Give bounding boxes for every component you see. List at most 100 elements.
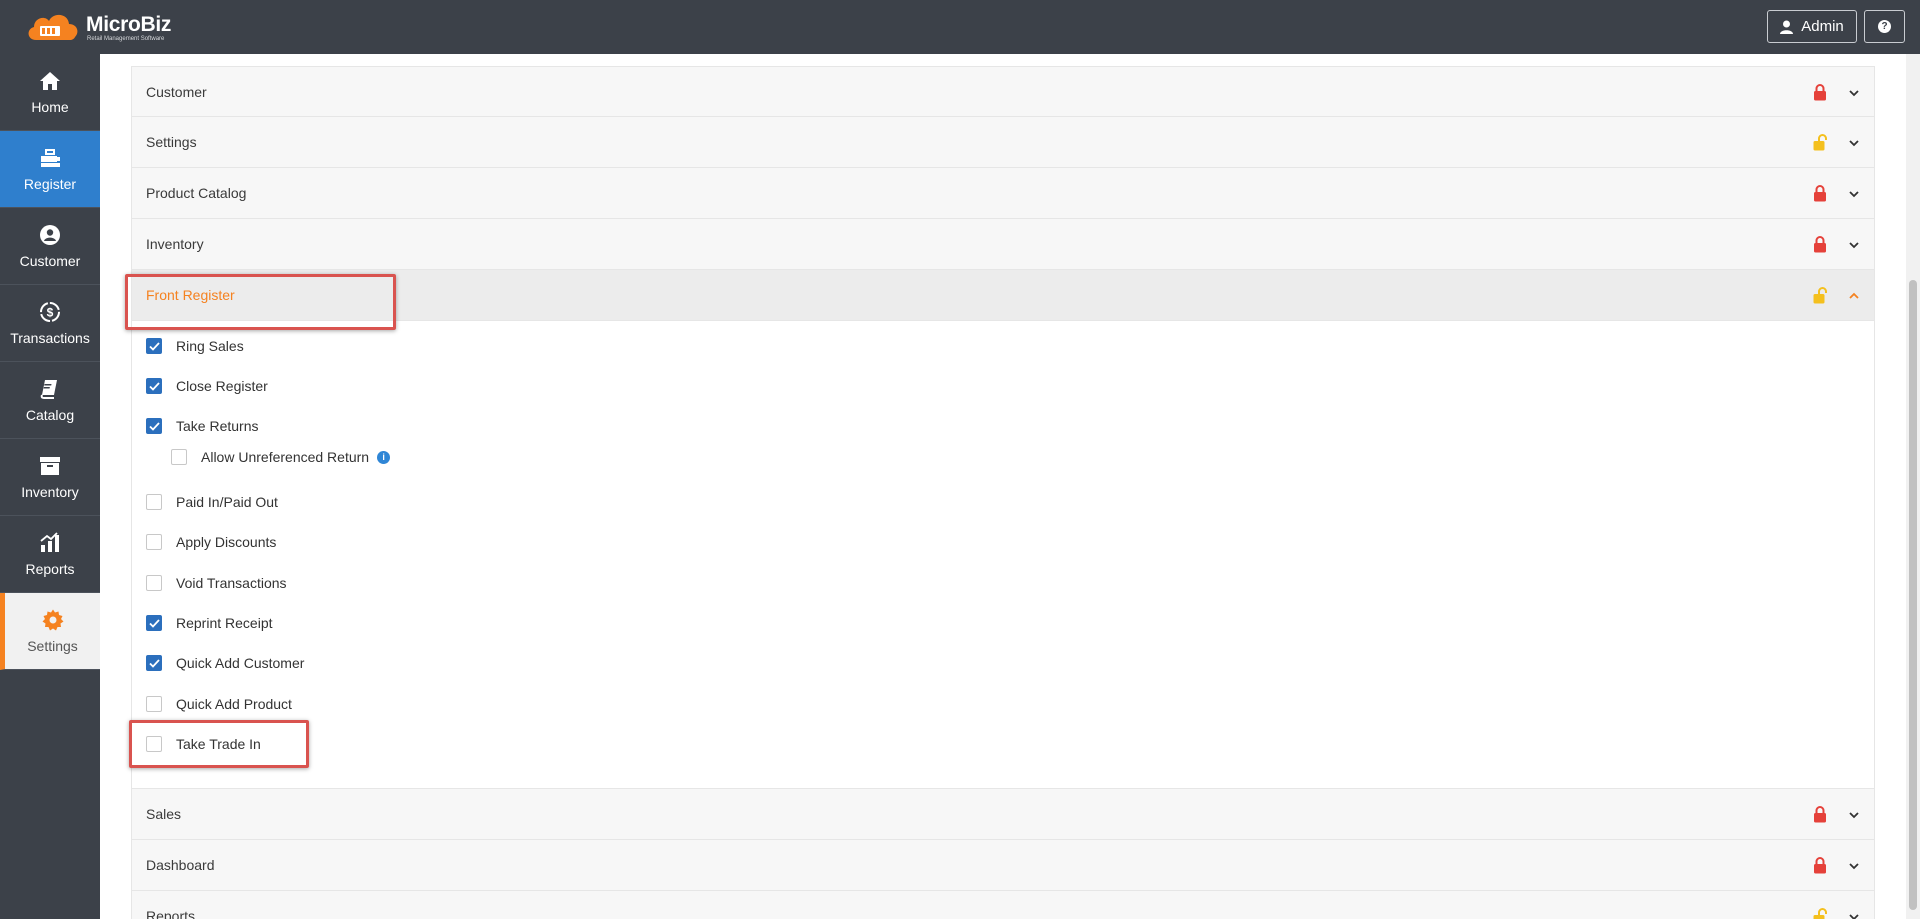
- svg-text:$: $: [47, 306, 54, 320]
- permissions-accordion: Customer Settings Product Catalog Invent…: [131, 66, 1875, 919]
- permission-label: Quick Add Customer: [176, 655, 305, 671]
- admin-label: Admin: [1801, 18, 1844, 35]
- sidebar-item-label: Customer: [19, 253, 81, 269]
- sidebar-item-inventory[interactable]: Inventory: [0, 439, 100, 516]
- main-content: Customer Settings Product Catalog Invent…: [100, 54, 1906, 919]
- lock-open-icon[interactable]: [1813, 287, 1827, 304]
- sidebar-item-home[interactable]: Home: [0, 54, 100, 131]
- sidebar-item-catalog[interactable]: Catalog: [0, 362, 100, 439]
- section-customer[interactable]: Customer: [131, 66, 1875, 117]
- section-reports[interactable]: Reports: [131, 891, 1875, 919]
- chart-bars-icon: [40, 532, 59, 552]
- sidebar-item-label: Transactions: [10, 330, 90, 346]
- lock-closed-icon[interactable]: [1813, 806, 1827, 823]
- user-icon: [1780, 20, 1794, 34]
- permission-label: Ring Sales: [176, 338, 244, 354]
- section-label: Sales: [146, 806, 182, 822]
- sidebar-item-label: Register: [23, 176, 77, 192]
- info-icon[interactable]: i: [377, 450, 391, 464]
- section-product-catalog[interactable]: Product Catalog: [131, 168, 1875, 219]
- permission-close-register[interactable]: Close Register: [146, 376, 268, 396]
- permission-label: Take Trade In: [176, 736, 261, 752]
- dollar-cycle-icon: $: [40, 302, 60, 322]
- scrollbar-thumb[interactable]: [1909, 280, 1917, 910]
- permission-quick-add-product[interactable]: Quick Add Product: [146, 694, 292, 714]
- lock-closed-icon[interactable]: [1813, 84, 1827, 101]
- page-scrollbar[interactable]: [1906, 54, 1920, 919]
- section-label: Dashboard: [146, 857, 215, 873]
- brand-name: MicroBiz: [86, 13, 172, 36]
- section-label: Customer: [146, 83, 207, 100]
- permission-paid-in-paid-out[interactable]: Paid In/Paid Out: [146, 492, 278, 512]
- sidebar-item-label: Settings: [27, 638, 78, 654]
- sidebar-item-label: Reports: [25, 561, 75, 577]
- chevron-down-icon[interactable]: [1848, 809, 1860, 821]
- chevron-down-icon[interactable]: [1848, 188, 1860, 200]
- permission-ring-sales[interactable]: Ring Sales: [146, 336, 244, 356]
- section-label: Reports: [146, 908, 196, 919]
- permission-label: Paid In/Paid Out: [176, 494, 278, 510]
- permission-label: Close Register: [176, 378, 268, 394]
- checkbox[interactable]: [146, 655, 162, 671]
- front-register-permissions: Ring Sales Close Register Take Returns A…: [131, 321, 1875, 789]
- chevron-down-icon[interactable]: [1848, 137, 1860, 149]
- section-inventory[interactable]: Inventory: [131, 219, 1875, 270]
- permission-quick-add-customer[interactable]: Quick Add Customer: [146, 653, 304, 673]
- user-circle-icon: [40, 225, 60, 245]
- lock-closed-icon[interactable]: [1813, 236, 1827, 253]
- checkbox[interactable]: [146, 575, 162, 591]
- checkbox[interactable]: [146, 736, 162, 752]
- lock-open-icon[interactable]: [1813, 134, 1827, 151]
- permission-reprint-receipt[interactable]: Reprint Receipt: [146, 613, 273, 633]
- lock-closed-icon[interactable]: [1813, 857, 1827, 874]
- sidebar-item-label: Home: [31, 99, 69, 115]
- checkbox[interactable]: [146, 534, 162, 550]
- checkbox[interactable]: [171, 449, 187, 465]
- section-sales[interactable]: Sales: [131, 789, 1875, 840]
- permission-take-returns[interactable]: Take Returns: [146, 416, 258, 436]
- sidebar-item-customer[interactable]: Customer: [0, 208, 100, 285]
- lock-closed-icon[interactable]: [1813, 185, 1827, 202]
- sidebar-item-label: Catalog: [25, 407, 75, 423]
- permission-label: Take Returns: [176, 418, 259, 434]
- permission-label: Quick Add Product: [176, 696, 292, 712]
- checkbox[interactable]: [146, 378, 162, 394]
- checkbox[interactable]: [146, 338, 162, 354]
- section-front-register[interactable]: Front Register: [131, 270, 1875, 321]
- permission-apply-discounts[interactable]: Apply Discounts: [146, 532, 276, 552]
- sidebar-item-label: Inventory: [21, 484, 79, 500]
- book-icon: [40, 380, 57, 399]
- sidebar-item-register[interactable]: Register: [0, 131, 100, 208]
- permission-label: Apply Discounts: [176, 534, 277, 550]
- sidebar-item-transactions[interactable]: $ Transactions: [0, 285, 100, 362]
- permission-allow-unreferenced-return[interactable]: Allow Unreferenced Return i: [171, 447, 391, 467]
- section-label: Front Register: [146, 287, 235, 303]
- sidebar-item-settings[interactable]: Settings: [0, 593, 100, 670]
- permission-label: Void Transactions: [176, 575, 287, 591]
- chevron-down-icon[interactable]: [1848, 911, 1860, 919]
- cloud-register-icon: [28, 14, 78, 41]
- permission-void-transactions[interactable]: Void Transactions: [146, 573, 287, 593]
- section-label: Inventory: [146, 236, 204, 252]
- checkbox[interactable]: [146, 418, 162, 434]
- section-label: Settings: [146, 134, 197, 150]
- home-icon: [40, 72, 60, 90]
- checkbox[interactable]: [146, 494, 162, 510]
- chevron-down-icon[interactable]: [1848, 860, 1860, 872]
- microbiz-logo[interactable]: MicroBiz Retail Management Software: [24, 10, 174, 44]
- help-button[interactable]: ?: [1864, 10, 1905, 43]
- section-settings[interactable]: Settings: [131, 117, 1875, 168]
- chevron-down-icon[interactable]: [1848, 87, 1860, 99]
- register-icon: [41, 149, 60, 167]
- checkbox[interactable]: [146, 615, 162, 631]
- permission-label: Allow Unreferenced Return: [201, 449, 370, 465]
- question-icon: ?: [1878, 20, 1891, 33]
- section-dashboard[interactable]: Dashboard: [131, 840, 1875, 891]
- chevron-down-icon[interactable]: [1848, 239, 1860, 251]
- admin-user-button[interactable]: Admin: [1767, 10, 1857, 43]
- sidebar-item-reports[interactable]: Reports: [0, 516, 100, 593]
- permission-take-trade-in[interactable]: Take Trade In: [146, 734, 261, 754]
- checkbox[interactable]: [146, 696, 162, 712]
- lock-open-icon[interactable]: [1813, 908, 1827, 919]
- chevron-up-icon[interactable]: [1848, 290, 1860, 302]
